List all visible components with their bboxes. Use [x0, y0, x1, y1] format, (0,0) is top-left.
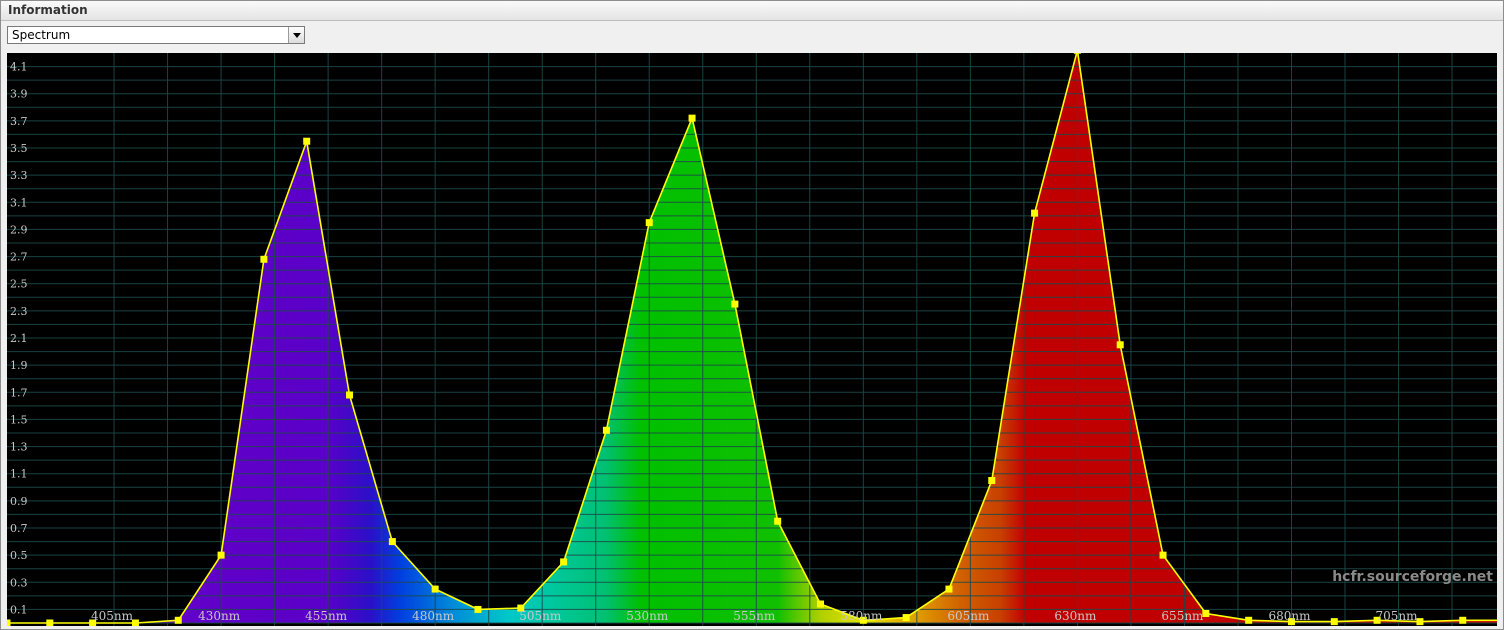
data-point [560, 558, 568, 566]
y-tick-label: 2.3 [10, 305, 28, 318]
x-tick-label: 530nm [626, 609, 669, 623]
x-tick-label: 605nm [947, 609, 990, 623]
x-tick-label: 555nm [733, 609, 776, 623]
x-tick-label: 705nm [1376, 609, 1419, 623]
y-tick-label: 1.5 [10, 413, 28, 426]
view-select[interactable]: Spectrum [7, 26, 305, 44]
data-point [731, 300, 739, 308]
y-tick-label: 1.1 [10, 468, 28, 481]
y-tick-label: 0.3 [10, 576, 28, 589]
data-point [688, 114, 696, 122]
view-select-value: Spectrum [12, 28, 71, 42]
data-point [902, 614, 910, 622]
information-panel: Information Spectrum 0.1 0.3 0.5 0.7 0.9 1.1 1… [0, 0, 1504, 630]
data-point [217, 551, 225, 559]
data-point [1459, 616, 1467, 624]
panel-titlebar: Information [1, 1, 1503, 21]
data-point [602, 426, 610, 434]
data-point [945, 585, 953, 593]
y-tick-label: 0.1 [10, 603, 28, 616]
x-tick-label: 455nm [305, 609, 348, 623]
data-point [174, 616, 182, 624]
watermark-text: hcfr.sourceforge.net [1332, 569, 1493, 585]
y-tick-label: 1.7 [10, 386, 28, 399]
data-point [7, 619, 11, 626]
data-point [1073, 53, 1081, 54]
data-point [388, 538, 396, 546]
y-tick-label: 3.7 [10, 115, 28, 128]
x-tick-label: 630nm [1054, 609, 1097, 623]
data-point [431, 585, 439, 593]
y-tick-label: 2.5 [10, 278, 28, 291]
data-point [346, 391, 354, 399]
chevron-down-icon[interactable] [288, 27, 304, 43]
data-point [988, 477, 996, 484]
y-tick-label: 2.7 [10, 251, 28, 264]
data-point [817, 600, 825, 608]
panel-title: Information [8, 3, 88, 17]
data-point [1159, 551, 1167, 559]
data-point [1330, 618, 1338, 626]
y-tick-label: 2.1 [10, 332, 28, 345]
data-point [260, 255, 268, 263]
x-tick-label: 680nm [1268, 609, 1311, 623]
data-point [1116, 341, 1124, 349]
y-tick-label: 3.5 [10, 142, 28, 155]
x-tick-label: 655nm [1161, 609, 1204, 623]
y-tick-label: 1.9 [10, 359, 28, 372]
spectrum-chart: 0.1 0.3 0.5 0.7 0.9 1.1 1.3 1.5 1.7 1.9 2.1 2.3 2.5 2… [7, 53, 1497, 626]
y-tick-label: 0.7 [10, 522, 28, 535]
y-tick-label: 2.9 [10, 223, 28, 236]
data-point [774, 517, 782, 525]
y-tick-label: 1.3 [10, 441, 28, 454]
x-tick-label: 430nm [198, 609, 241, 623]
y-tick-label: 3.3 [10, 169, 28, 182]
data-point [1245, 616, 1253, 624]
data-point [474, 605, 482, 613]
y-tick-label: 0.5 [10, 549, 28, 562]
x-tick-label: 505nm [519, 609, 562, 623]
y-tick-label: 3.9 [10, 88, 28, 101]
y-tick-label: 4.1 [10, 61, 28, 74]
y-tick-label: 3.1 [10, 196, 28, 209]
x-tick-label: 580nm [840, 609, 883, 623]
y-tick-label: 0.9 [10, 495, 28, 508]
data-point [645, 219, 653, 227]
data-point [1031, 209, 1039, 217]
x-tick-label: 405nm [91, 609, 134, 623]
data-point [303, 137, 311, 145]
data-point [46, 619, 54, 626]
x-tick-label: 480nm [412, 609, 455, 623]
